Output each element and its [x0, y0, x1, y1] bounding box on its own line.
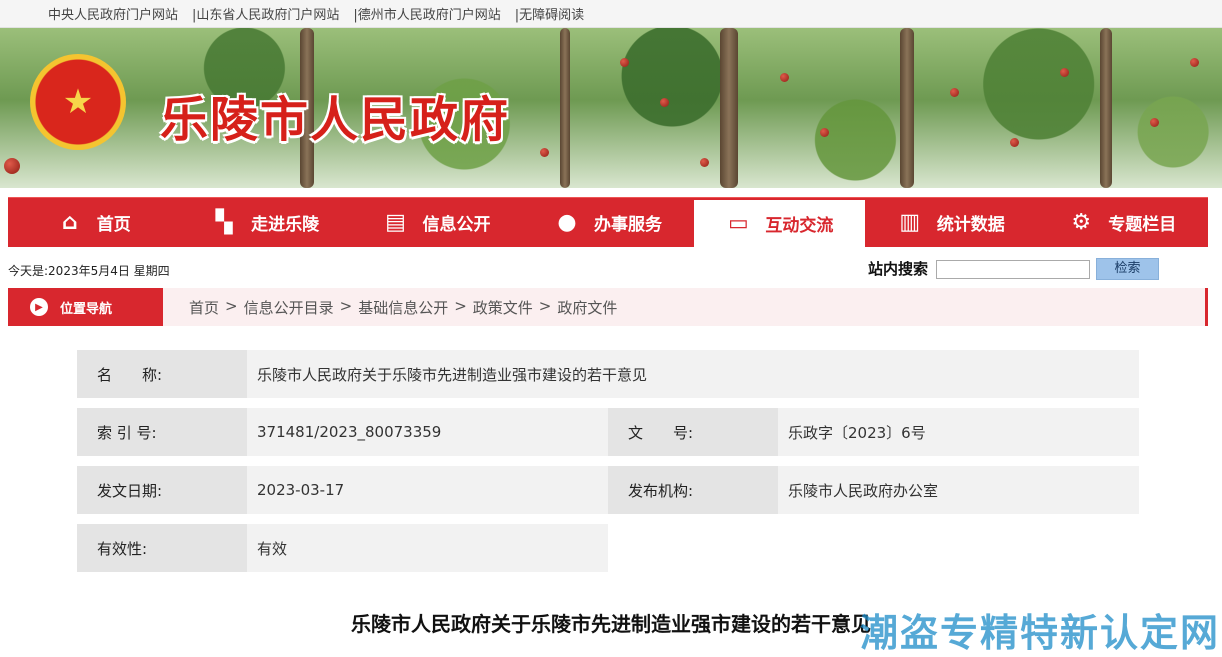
nav-item-interaction[interactable]: ▭ 互动交流: [693, 200, 866, 247]
breadcrumb-item-policy[interactable]: 政策文件: [473, 297, 533, 318]
nav-item-info-public[interactable]: ▤ 信息公开: [351, 198, 522, 247]
nav-item-label: 信息公开: [422, 215, 491, 235]
nav-item-label: 统计数据: [936, 215, 1005, 235]
breadcrumb-item-basic-info[interactable]: 基础信息公开: [358, 297, 448, 318]
info-key-date: 发文日期:: [77, 466, 247, 514]
breadcrumb: ▶ 位置导航 首页 > 信息公开目录 > 基础信息公开 > 政策文件 > 政府文…: [8, 288, 1208, 326]
nav-item-home[interactable]: ⌂ 首页: [8, 198, 179, 247]
user-icon: ●: [557, 210, 577, 235]
breadcrumb-trail: 首页 > 信息公开目录 > 基础信息公开 > 政策文件 > 政府文件: [163, 297, 617, 318]
nav-item-services[interactable]: ● 办事服务: [522, 198, 693, 247]
link-central-gov[interactable]: 中央人民政府门户网站: [48, 4, 178, 23]
top-links-bar: 中央人民政府门户网站 |山东省人民政府门户网站 |德州市人民政府门户网站 |无障…: [0, 0, 1222, 28]
breadcrumb-item-home[interactable]: 首页: [189, 297, 219, 318]
nav-item-statistics[interactable]: ▥ 统计数据: [865, 198, 1036, 247]
info-value-validity: 有效: [247, 524, 608, 572]
info-key-index: 索 引 号:: [77, 408, 247, 456]
breadcrumb-label: 位置导航: [60, 301, 113, 317]
nav-item-topics[interactable]: ⚙ 专题栏目: [1037, 198, 1208, 247]
document-info-table: 名 称: 乐陵市人民政府关于乐陵市先进制造业强市建设的若干意见 索 引 号: 3…: [77, 350, 1139, 582]
nav-item-label: 走进乐陵: [251, 215, 320, 235]
gear-icon: ⚙: [1071, 210, 1092, 235]
date-search-row: 今天是:2023年5月4日 星期四 站内搜索 检索: [8, 258, 1208, 282]
search-input[interactable]: [936, 260, 1090, 279]
bar-chart-icon: ▥: [899, 210, 921, 235]
link-accessibility[interactable]: |无障碍阅读: [515, 4, 584, 23]
search-button[interactable]: 检索: [1096, 258, 1159, 280]
nav-item-about[interactable]: ▚ 走进乐陵: [179, 198, 350, 247]
info-key-docno: 文 号:: [608, 408, 778, 456]
nav-item-label: 互动交流: [765, 216, 834, 236]
info-key-name: 名 称:: [77, 350, 247, 398]
arrow-right-icon: ▶: [30, 298, 48, 316]
info-row-validity: 有效性: 有效: [77, 524, 1139, 572]
site-title: 乐陵市人民政府: [160, 92, 511, 148]
nav-item-label: 专题栏目: [1108, 215, 1177, 235]
info-row-date: 发文日期: 2023-03-17 发布机构: 乐陵市人民政府办公室: [77, 466, 1139, 514]
map-icon: ▚: [215, 210, 233, 235]
chat-icon: ▭: [727, 211, 749, 236]
nav-item-label: 办事服务: [593, 215, 662, 235]
info-value-docno: 乐政字〔2023〕6号: [778, 408, 1139, 456]
info-value-date: 2023-03-17: [247, 466, 608, 514]
breadcrumb-separator: >: [339, 296, 353, 315]
info-value-name: 乐陵市人民政府关于乐陵市先进制造业强市建设的若干意见: [247, 350, 1139, 398]
current-date: 今天是:2023年5月4日 星期四: [8, 264, 170, 278]
search-label: 站内搜索: [868, 260, 929, 278]
info-key-validity: 有效性:: [77, 524, 247, 572]
link-dezhou-gov[interactable]: |德州市人民政府门户网站: [353, 4, 500, 23]
breadcrumb-label-box: ▶ 位置导航: [8, 288, 163, 326]
info-value-index: 371481/2023_80073359: [247, 408, 608, 456]
breadcrumb-separator: >: [538, 296, 552, 315]
main-nav: ⌂ 首页 ▚ 走进乐陵 ▤ 信息公开 ● 办事服务 ▭ 互动交流 ▥ 统计数据 …: [8, 197, 1208, 247]
breadcrumb-item-gov-docs[interactable]: 政府文件: [557, 297, 617, 318]
info-value-org: 乐陵市人民政府办公室: [778, 466, 1139, 514]
breadcrumb-item-info-catalog[interactable]: 信息公开目录: [244, 297, 334, 318]
info-row-index: 索 引 号: 371481/2023_80073359 文 号: 乐政字〔202…: [77, 408, 1139, 456]
info-row-name: 名 称: 乐陵市人民政府关于乐陵市先进制造业强市建设的若干意见: [77, 350, 1139, 398]
breadcrumb-separator: >: [454, 296, 467, 315]
national-emblem-icon: ★: [30, 54, 126, 150]
breadcrumb-separator: >: [225, 296, 238, 315]
nav-item-label: 首页: [96, 215, 131, 235]
link-shandong-gov[interactable]: |山东省人民政府门户网站: [192, 4, 339, 23]
document-icon: ▤: [385, 210, 406, 235]
home-icon: ⌂: [61, 210, 78, 235]
info-key-org: 发布机构:: [608, 466, 778, 514]
header-banner: ★ 乐陵市人民政府: [0, 28, 1222, 188]
watermark-text: 潮盗专精特新认定网: [859, 611, 1220, 655]
